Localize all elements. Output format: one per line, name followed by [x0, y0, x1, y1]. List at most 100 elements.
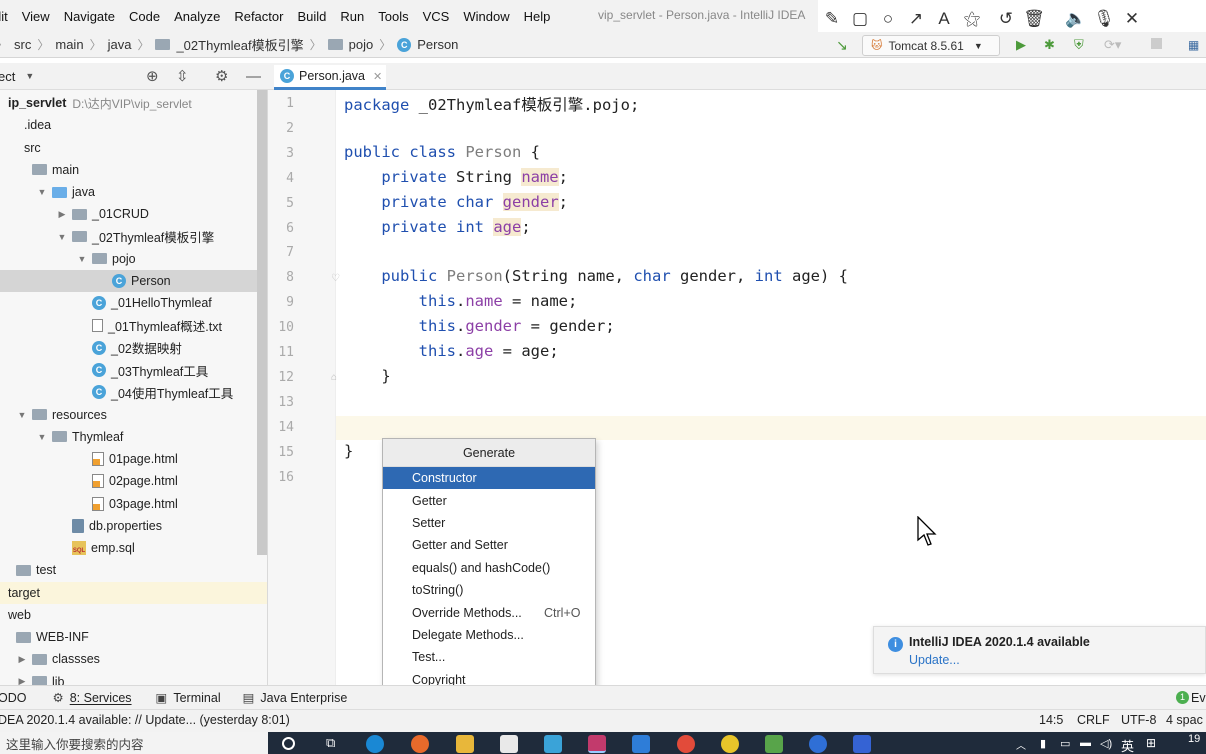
profile-icon[interactable]: ⟳▾ [1104, 37, 1121, 53]
app-icon-7[interactable] [809, 735, 827, 753]
status-message[interactable]: DEA 2020.1.4 available: // Update... (ye… [0, 713, 290, 727]
line-separator[interactable]: CRLF [1077, 713, 1110, 727]
generate-item-setter[interactable]: Setter [383, 512, 595, 534]
network-icon[interactable]: ▬ [1080, 737, 1091, 749]
fold-end-icon[interactable]: ⌂ [331, 372, 337, 383]
rectangle-icon[interactable]: ▢ [846, 5, 874, 33]
trash-icon[interactable]: 🗑 [1020, 5, 1048, 33]
todo-tool-button[interactable]: ODO [0, 691, 26, 705]
tree-item[interactable]: .idea [0, 114, 267, 136]
pen-icon[interactable]: ✎ [818, 5, 846, 33]
event-log-tool-button[interactable]: Ev [1191, 691, 1206, 705]
expand-right-icon[interactable]: ▶ [16, 676, 28, 685]
chevron-down-icon[interactable]: ▼ [25, 71, 34, 81]
breadcrumb-item[interactable]: main [55, 37, 83, 52]
terminal-tool-button[interactable]: Terminal [173, 691, 220, 705]
firefox-icon[interactable] [411, 735, 429, 753]
ime-mode-icon[interactable]: ⊞ [1146, 736, 1156, 750]
tree-item[interactable]: src [0, 137, 267, 159]
tree-item[interactable]: C _04使用Thymleaf工具 [0, 381, 267, 403]
expand-down-icon[interactable]: ▼ [76, 254, 88, 264]
project-structure-icon[interactable]: ▦ [1188, 38, 1199, 52]
menu-tools[interactable]: Tools [378, 9, 408, 24]
tree-item[interactable]: main [0, 159, 267, 181]
menu-build[interactable]: Build [297, 9, 326, 24]
clock[interactable]: 19 [1188, 733, 1200, 745]
intellij-icon[interactable] [588, 735, 606, 753]
undo-icon[interactable]: ↺ [992, 5, 1020, 33]
app-icon-3[interactable] [632, 735, 650, 753]
menu-window[interactable]: Window [463, 9, 509, 24]
arrow-icon[interactable]: ↗ [902, 5, 930, 33]
expand-down-icon[interactable]: ▼ [16, 410, 28, 420]
breadcrumb-item[interactable]: Person [417, 37, 458, 52]
tray-chevron-icon[interactable]: ︿ [1016, 737, 1026, 752]
close-icon[interactable]: ✕ [1118, 5, 1146, 33]
tree-item[interactable]: C _02数据映射 [0, 337, 267, 359]
generate-item-tostring[interactable]: toString() [383, 579, 595, 601]
app-icon-6[interactable] [765, 735, 783, 753]
tab-person-java[interactable]: C Person.java ✕ [274, 65, 386, 90]
expand-down-icon[interactable]: ▼ [36, 432, 48, 442]
menu-help[interactable]: Help [524, 9, 551, 24]
tree-item[interactable]: 02page.html [0, 470, 267, 492]
menu-navigate[interactable]: Navigate [64, 9, 115, 24]
app-icon-5[interactable] [721, 735, 739, 753]
menu-dit[interactable]: dit [0, 9, 8, 24]
magic-wand-icon[interactable]: ⚝ [958, 5, 986, 33]
tree-item[interactable]: ▼ Thymleaf [0, 426, 267, 448]
run-icon[interactable]: ▶ [1016, 37, 1026, 53]
tree-item[interactable]: C Person [0, 270, 267, 292]
project-view-select[interactable]: ect [0, 69, 15, 84]
indent-setting[interactable]: 4 spac [1166, 713, 1203, 727]
breadcrumb-item[interactable]: src [14, 37, 31, 52]
menu-vcs[interactable]: VCS [423, 9, 450, 24]
generate-item-test[interactable]: Test... [383, 646, 595, 668]
edge-icon[interactable] [366, 735, 384, 753]
tree-item[interactable]: _01Thymleaf概述.txt [0, 315, 267, 337]
menu-run[interactable]: Run [340, 9, 364, 24]
tree-item[interactable]: ▶ lib [0, 671, 267, 685]
menu-analyze[interactable]: Analyze [174, 9, 220, 24]
tree-item[interactable]: 03page.html [0, 493, 267, 515]
tree-item[interactable]: C _03Thymleaf工具 [0, 359, 267, 381]
text-icon[interactable]: A [930, 5, 958, 33]
breadcrumb-item[interactable]: java [108, 37, 132, 52]
build-hammer-icon[interactable]: ↘ [836, 37, 848, 54]
tree-item[interactable]: target [0, 581, 267, 604]
speaker-icon[interactable]: 🔈 [1062, 5, 1090, 33]
caret-position[interactable]: 14:5 [1039, 713, 1063, 727]
generate-item-equals-and-hashcode[interactable]: equals() and hashCode() [383, 557, 595, 579]
close-tab-icon[interactable]: ✕ [373, 70, 382, 83]
generate-item-getter[interactable]: Getter [383, 489, 595, 511]
gear-icon[interactable]: ⚙ [215, 67, 228, 85]
tree-item[interactable]: ip_servlet D:\达内VIP\vip_servlet [0, 92, 267, 114]
run-configuration-select[interactable]: 🐱 Tomcat 8.5.61 ▼ [862, 35, 1000, 56]
tray-icon-2[interactable]: ▭ [1060, 737, 1070, 750]
menu-code[interactable]: Code [129, 9, 160, 24]
tree-item[interactable]: 01page.html [0, 448, 267, 470]
expand-right-icon[interactable]: ▶ [16, 654, 28, 665]
app-icon-4[interactable] [677, 735, 695, 753]
stop-icon[interactable] [1151, 38, 1162, 49]
locate-icon[interactable]: ⊕ [146, 67, 159, 85]
cortana-icon[interactable] [282, 737, 295, 750]
coverage-icon[interactable]: ⛨ [1074, 37, 1084, 53]
services-tool-button[interactable]: 8: Services [70, 691, 132, 705]
tree-item[interactable]: ▶ _01CRUD [0, 203, 267, 225]
tree-item[interactable]: ▼ pojo [0, 248, 267, 270]
fold-icon[interactable]: ♡ [331, 273, 340, 284]
tree-item[interactable]: ▶ classses [0, 648, 267, 670]
expand-right-icon[interactable]: ▶ [56, 209, 68, 220]
circle-icon[interactable]: ○ [874, 5, 902, 33]
file-encoding[interactable]: UTF-8 [1121, 713, 1156, 727]
expand-down-icon[interactable]: ▼ [36, 187, 48, 197]
breadcrumb-item[interactable]: _02Thymleaf模板引擎 [176, 35, 303, 54]
tree-item[interactable]: ▼ resources [0, 404, 267, 426]
app-icon-2[interactable] [544, 735, 562, 753]
app-icon-8[interactable] [853, 735, 871, 753]
menu-view[interactable]: View [22, 9, 50, 24]
tree-item[interactable]: WEB-INF [0, 626, 267, 648]
debug-icon[interactable]: ✱ [1044, 37, 1055, 53]
tree-item[interactable]: web [0, 604, 267, 626]
